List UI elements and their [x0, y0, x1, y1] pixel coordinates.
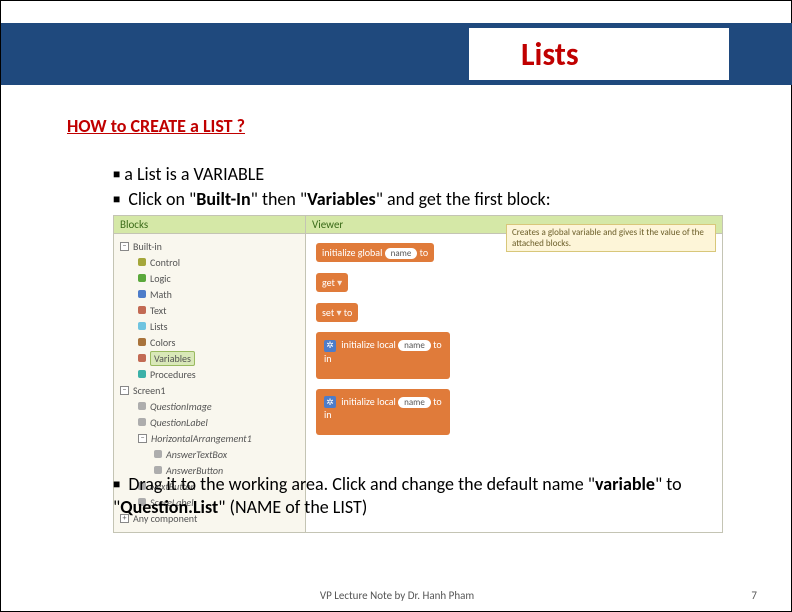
bullet-square-icon: ■: [113, 477, 120, 491]
tree-builtin[interactable]: −Built-in: [120, 238, 299, 254]
tree-qimage[interactable]: QuestionImage: [120, 398, 299, 414]
bullet-square-icon: ■: [113, 192, 120, 206]
tree-colors[interactable]: Colors: [120, 334, 299, 350]
tree-lists[interactable]: Lists: [120, 318, 299, 334]
block-init-local-2[interactable]: ✲ initialize local name to in: [316, 389, 712, 446]
minus-icon[interactable]: −: [120, 386, 129, 395]
block-tooltip: Creates a global variable and gives it t…: [506, 224, 716, 252]
block-init-local-1[interactable]: ✲ initialize local name to in: [316, 332, 712, 389]
block-set[interactable]: set ▾ to: [316, 302, 712, 332]
component-icon: [154, 450, 162, 458]
tree-control[interactable]: Control: [120, 254, 299, 270]
bullet-1: ■a List is a VARIABLE: [113, 163, 551, 186]
tree-ans[interactable]: AnswerTextBox: [120, 446, 299, 462]
category-icon: [138, 290, 146, 298]
bullets-bottom: ■ Drag it to the working area. Click and…: [113, 473, 741, 518]
block-get[interactable]: get ▾: [316, 272, 712, 302]
slide: Lists HOW to CREATE a LIST ? ■a List is …: [0, 0, 792, 612]
category-icon: [138, 274, 146, 282]
minus-icon[interactable]: −: [138, 434, 147, 443]
section-heading: HOW to CREATE a LIST ?: [67, 115, 245, 137]
category-icon: [138, 306, 146, 314]
category-icon: [138, 322, 146, 330]
tree-text[interactable]: Text: [120, 302, 299, 318]
bullet-square-icon: ■: [113, 167, 120, 181]
tree-harr[interactable]: −HorizontalArrangement1: [120, 430, 299, 446]
category-icon: [138, 370, 146, 378]
footer-credit: VP Lecture Note by Dr. Hanh Pham: [320, 589, 474, 602]
bullet-2: ■ Click on "Built-In" then "Variables" a…: [113, 188, 551, 211]
title-inner: Lists: [469, 28, 729, 80]
tree-screen1[interactable]: −Screen1: [120, 382, 299, 398]
category-icon: [138, 338, 146, 346]
component-icon: [138, 402, 146, 410]
gear-icon[interactable]: ✲: [324, 396, 336, 408]
page-number: 7: [751, 589, 757, 602]
gear-icon[interactable]: ✲: [324, 340, 336, 352]
tree-procedures[interactable]: Procedures: [120, 366, 299, 382]
bullets-top: ■a List is a VARIABLE ■ Click on "Built-…: [113, 163, 551, 214]
tree-variables[interactable]: Variables: [120, 350, 299, 366]
title-text: Lists: [521, 35, 579, 74]
tree-logic[interactable]: Logic: [120, 270, 299, 286]
title-bar: Lists: [1, 23, 792, 85]
minus-icon[interactable]: −: [120, 242, 129, 251]
blocks-pane-header: Blocks: [114, 216, 305, 234]
tree-qlabel[interactable]: QuestionLabel: [120, 414, 299, 430]
component-icon: [138, 418, 146, 426]
category-icon: [138, 258, 146, 266]
category-icon: [138, 354, 146, 362]
tree-math[interactable]: Math: [120, 286, 299, 302]
